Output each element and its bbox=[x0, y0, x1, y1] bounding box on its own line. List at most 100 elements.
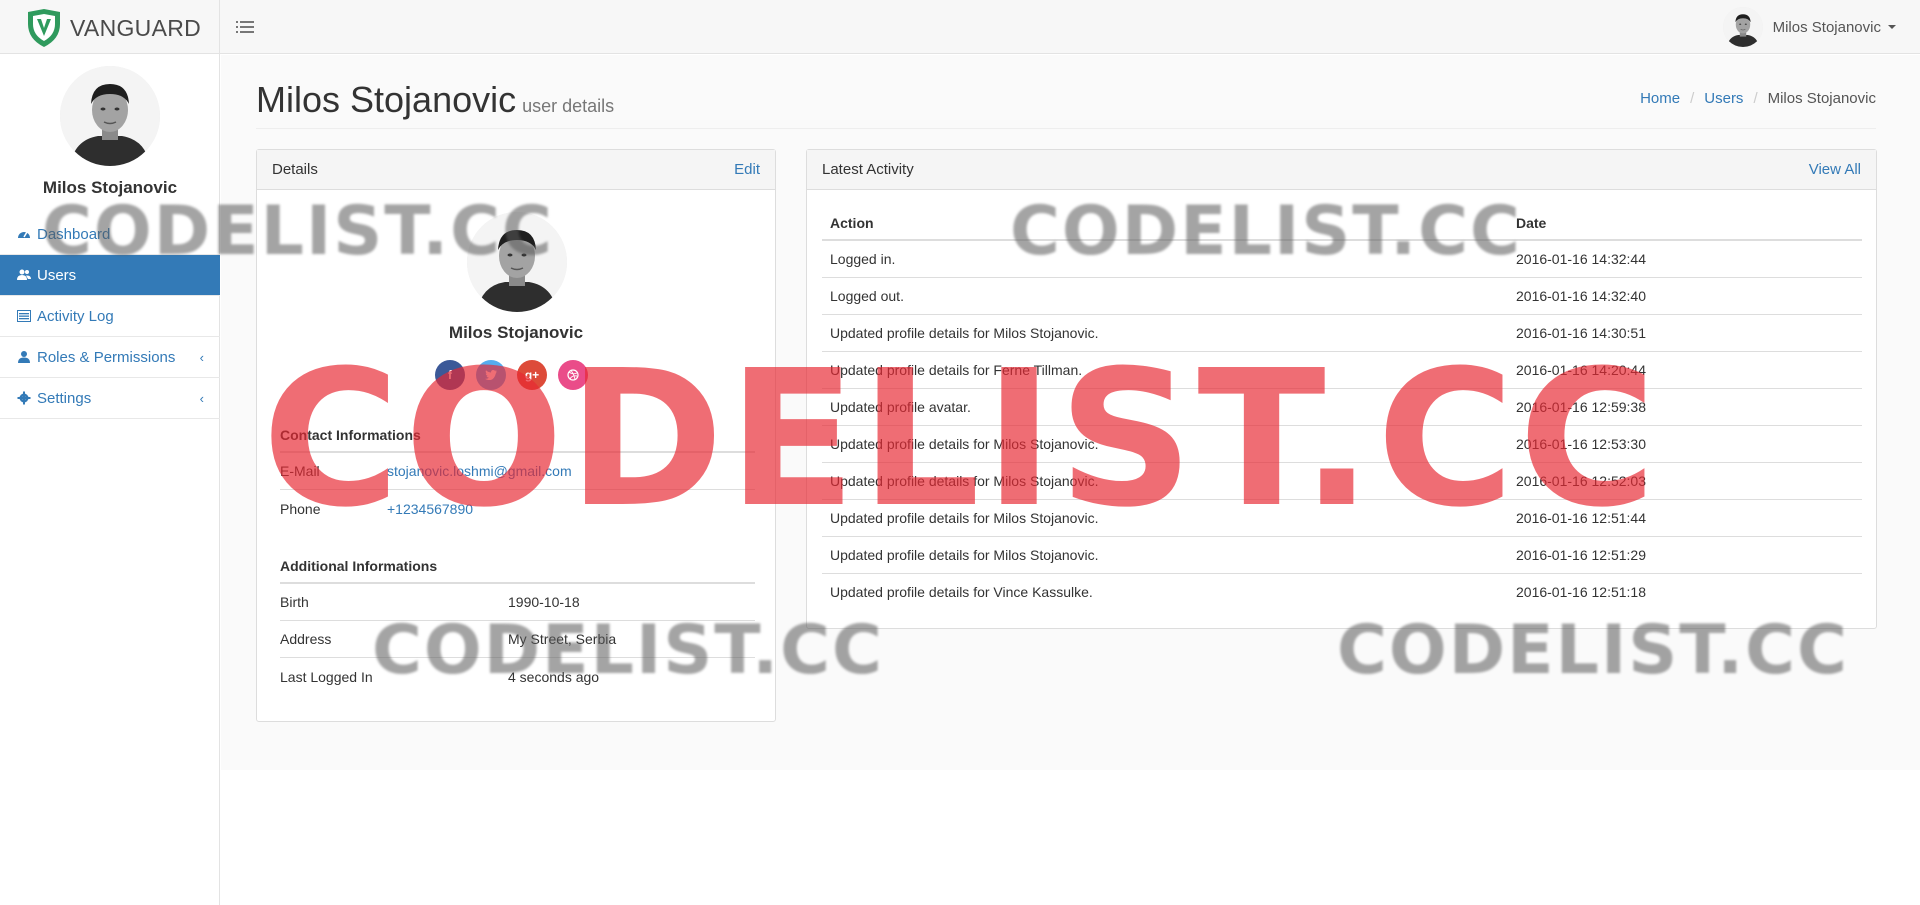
action-cell: Updated profile details for Vince Kassul… bbox=[822, 572, 1508, 610]
date-cell: 2016-01-16 14:32:44 bbox=[1508, 239, 1862, 277]
breadcrumb-separator: / bbox=[1690, 90, 1695, 107]
date-cell: 2016-01-16 12:51:18 bbox=[1508, 572, 1862, 610]
contact-phone-row: Phone +1234567890 bbox=[280, 490, 755, 527]
table-row: Updated profile details for Milos Stojan… bbox=[822, 498, 1862, 536]
additional-section-title: Additional Informations bbox=[280, 558, 755, 584]
breadcrumb-users-link[interactable]: Users bbox=[1704, 90, 1743, 107]
sidebar-item-users[interactable]: Users bbox=[0, 255, 220, 296]
contact-section-title: Contact Informations bbox=[280, 427, 755, 453]
details-user-name: Milos Stojanovic bbox=[448, 323, 584, 342]
date-cell: 2016-01-16 14:32:40 bbox=[1508, 276, 1862, 314]
date-cell: 2016-01-16 14:30:51 bbox=[1508, 313, 1862, 351]
edit-link[interactable]: Edit bbox=[734, 161, 760, 178]
main-content: Milos Stojanovic user details Home / Users… bbox=[221, 55, 1920, 770]
address-value: My Street, Serbia bbox=[508, 631, 617, 647]
sidebar-menu: Dashboard Users Activity Log Roles & Per… bbox=[0, 214, 220, 419]
birth-value: 1990-10-18 bbox=[508, 594, 580, 610]
view-all-link[interactable]: View All bbox=[1809, 161, 1861, 178]
navbar-avatar bbox=[1723, 7, 1763, 47]
title-divider bbox=[256, 128, 1876, 129]
activity-table: Action Date Logged in. 2016-01-16 14:32:4… bbox=[822, 206, 1862, 610]
breadcrumb-home-link[interactable]: Home bbox=[1640, 90, 1680, 107]
twitter-icon[interactable] bbox=[476, 360, 506, 390]
chevron-left-icon: ‹ bbox=[199, 391, 204, 406]
sidebar-item-label: Settings bbox=[37, 389, 92, 407]
date-cell: 2016-01-16 12:51:44 bbox=[1508, 498, 1862, 536]
action-cell: Logged out. bbox=[822, 276, 1508, 314]
date-cell: 2016-01-16 14:20:44 bbox=[1508, 350, 1862, 388]
birth-label: Birth bbox=[280, 594, 309, 610]
table-row: Logged in. 2016-01-16 14:32:44 bbox=[822, 239, 1862, 277]
email-link[interactable]: stojanovic.loshmi@gmail.com bbox=[387, 463, 572, 479]
brand-name: VANGUARD bbox=[70, 15, 202, 41]
table-row: Updated profile details for Milos Stojan… bbox=[822, 313, 1862, 351]
activity-heading: Latest Activity bbox=[822, 161, 914, 178]
dribbble-icon[interactable] bbox=[558, 360, 588, 390]
action-cell: Logged in. bbox=[822, 239, 1508, 277]
breadcrumb: Home / Users / Milos Stojanovic bbox=[1640, 90, 1876, 107]
column-header-action: Action bbox=[822, 206, 1508, 241]
sidebar-toggle-icon[interactable] bbox=[236, 19, 254, 35]
facebook-icon[interactable]: f bbox=[435, 360, 465, 390]
dashboard-icon bbox=[17, 227, 31, 241]
address-label: Address bbox=[280, 631, 332, 647]
navbar-user-name: Milos Stojanovic bbox=[1772, 18, 1881, 36]
gear-icon bbox=[17, 391, 31, 405]
details-panel: Details Edit Milos Stojanovic f g+ Conta… bbox=[256, 149, 776, 722]
list-icon bbox=[17, 309, 31, 323]
date-cell: 2016-01-16 12:59:38 bbox=[1508, 387, 1862, 425]
sidebar-avatar bbox=[60, 66, 160, 166]
date-cell: 2016-01-16 12:53:30 bbox=[1508, 424, 1862, 462]
address-row: Address My Street, Serbia bbox=[280, 621, 755, 658]
date-cell: 2016-01-16 12:52:03 bbox=[1508, 461, 1862, 499]
user-menu-dropdown[interactable]: Milos Stojanovic bbox=[1723, 6, 1896, 48]
last-logged-in-value: 4 seconds ago bbox=[508, 668, 600, 685]
users-icon bbox=[17, 268, 31, 282]
birth-row: Birth 1990-10-18 bbox=[280, 584, 755, 621]
user-icon bbox=[17, 350, 31, 364]
table-row: Updated profile details for Vince Kassul… bbox=[822, 572, 1862, 610]
action-cell: Updated profile details for Milos Stojan… bbox=[822, 535, 1508, 573]
action-cell: Updated profile details for Milos Stojan… bbox=[822, 424, 1508, 462]
contact-email-row: E-Mail stojanovic.loshmi@gmail.com bbox=[280, 453, 755, 490]
action-cell: Updated profile details for Milos Stojan… bbox=[822, 461, 1508, 499]
table-row: Updated profile details for Milos Stojan… bbox=[822, 461, 1862, 499]
email-label: E-Mail bbox=[280, 463, 320, 479]
table-row: Logged out. 2016-01-16 14:32:40 bbox=[822, 276, 1862, 314]
date-cell: 2016-01-16 12:51:29 bbox=[1508, 535, 1862, 573]
table-row: Updated profile details for Milos Stojan… bbox=[822, 424, 1862, 462]
google-plus-icon[interactable]: g+ bbox=[517, 360, 547, 390]
breadcrumb-current: Milos Stojanovic bbox=[1767, 90, 1876, 107]
phone-link[interactable]: +1234567890 bbox=[387, 501, 473, 517]
sidebar-item-activity-log[interactable]: Activity Log bbox=[0, 296, 220, 337]
table-row: Updated profile avatar. 2016-01-16 12:59:… bbox=[822, 387, 1862, 425]
table-header-row: Action Date bbox=[822, 206, 1862, 241]
activity-panel-heading: Latest Activity View All bbox=[807, 150, 1876, 190]
column-header-date: Date bbox=[1508, 206, 1862, 241]
sidebar-user-name: Milos Stojanovic bbox=[42, 178, 178, 197]
sidebar-item-roles-permissions[interactable]: Roles & Permissions ‹ bbox=[0, 337, 220, 378]
table-row: Updated profile details for Ferne Tillma… bbox=[822, 350, 1862, 388]
vanguard-logo-icon bbox=[28, 9, 60, 47]
action-cell: Updated profile details for Milos Stojan… bbox=[822, 313, 1508, 351]
table-row: Updated profile details for Milos Stojan… bbox=[822, 535, 1862, 573]
chevron-left-icon: ‹ bbox=[199, 350, 204, 365]
details-panel-heading: Details Edit bbox=[257, 150, 775, 190]
sidebar: Milos Stojanovic Dashboard Users Activit… bbox=[0, 54, 220, 905]
sidebar-item-label: Roles & Permissions bbox=[37, 348, 176, 366]
brand[interactable]: VANGUARD bbox=[0, 0, 220, 54]
sidebar-item-label: Dashboard bbox=[37, 225, 111, 243]
page-title-text: Milos Stojanovic bbox=[256, 79, 517, 120]
caret-down-icon bbox=[1888, 25, 1896, 29]
page-subtitle: user details bbox=[522, 96, 615, 116]
breadcrumb-separator: / bbox=[1753, 90, 1758, 107]
phone-label: Phone bbox=[280, 500, 321, 517]
action-cell: Updated profile details for Milos Stojan… bbox=[822, 498, 1508, 536]
sidebar-item-settings[interactable]: Settings ‹ bbox=[0, 378, 220, 419]
sidebar-item-dashboard[interactable]: Dashboard bbox=[0, 214, 220, 255]
social-links: f g+ bbox=[435, 360, 599, 390]
latest-activity-panel: Latest Activity View All Action Date Log… bbox=[806, 149, 1877, 629]
details-heading: Details bbox=[272, 161, 318, 178]
action-cell: Updated profile avatar. bbox=[822, 387, 1508, 425]
sidebar-item-label: Users bbox=[37, 266, 77, 284]
